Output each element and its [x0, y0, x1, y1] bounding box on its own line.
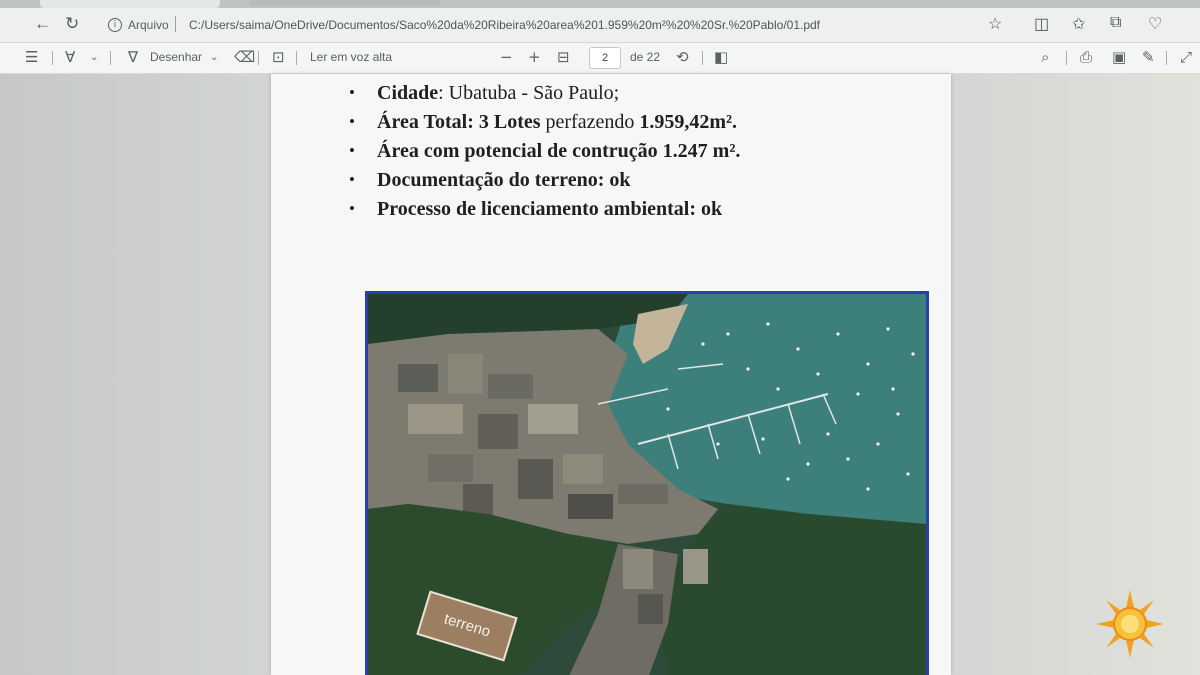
tab-strip [0, 0, 1200, 8]
toolbar-divider [296, 51, 297, 65]
sun-watermark-icon [1096, 590, 1164, 658]
save-as-icon[interactable]: ✎ [1142, 48, 1155, 66]
bullet-bold-text: Área Total: 3 Lotes [377, 111, 541, 133]
browser-essentials-icon[interactable]: ♡ [1148, 14, 1162, 34]
address-divider [175, 16, 176, 32]
url-field[interactable]: C:/Users/saima/OneDrive/Documentos/Saco%… [189, 18, 820, 32]
contents-list-icon[interactable]: ☰ [25, 48, 38, 66]
search-icon[interactable]: ⌕ [1041, 48, 1049, 66]
toolbar-divider [702, 51, 703, 65]
zoom-out-icon[interactable]: − [500, 48, 513, 66]
bullet-dot: • [349, 83, 355, 102]
bullet-dot: • [349, 170, 355, 189]
toolbar-divider [1066, 51, 1067, 65]
favorites-icon[interactable]: ✩ [1072, 14, 1085, 34]
highlight-dropdown-icon[interactable]: ⌄ [90, 52, 98, 63]
page-number-input[interactable]: 2 [589, 47, 621, 69]
read-aloud-button[interactable]: Ler em voz alta [310, 50, 392, 64]
draw-label[interactable]: Desenhar [150, 50, 202, 64]
back-icon[interactable]: ← [34, 14, 51, 34]
zoom-in-icon[interactable]: + [528, 48, 541, 66]
collections-icon[interactable]: ⧉ [1110, 14, 1121, 32]
bullet-bold-text: Documentação do terreno: ok [377, 169, 631, 191]
tab-active[interactable] [40, 0, 220, 8]
bullet-item-construction-area: • Área com potencial de contrução 1.247 … [349, 138, 741, 167]
page-view-icon[interactable]: ◧ [714, 48, 728, 66]
bullet-dot: • [349, 141, 355, 160]
favorite-star-icon[interactable]: ☆ [988, 14, 1002, 34]
info-icon[interactable]: i [108, 18, 122, 32]
page-total-label: de 22 [630, 50, 661, 64]
bullet-list: • Cidade: Ubatuba - São Paulo; • Área To… [349, 80, 741, 225]
toolbar-divider [110, 51, 111, 65]
bullet-text: perfazendo [540, 111, 640, 133]
bullet-item-city: • Cidade: Ubatuba - São Paulo; [349, 80, 740, 109]
draw-icon[interactable]: ∇ [128, 48, 138, 66]
toolbar-divider [1166, 51, 1167, 65]
refresh-icon[interactable]: ↻ [65, 14, 79, 34]
erase-icon[interactable]: ⌫ [234, 48, 255, 66]
draw-dropdown-icon[interactable]: ⌄ [210, 52, 218, 63]
address-scheme-label: Arquivo [128, 18, 169, 32]
bullet-text: : Ubatuba - São Paulo; [438, 82, 620, 104]
expand-icon[interactable]: ⤢ [1180, 48, 1192, 66]
text-icon[interactable]: ⊡ [272, 48, 285, 66]
fit-page-icon[interactable]: ⊟ [557, 48, 570, 66]
bullet-dot: • [349, 112, 355, 131]
print-icon[interactable]: ⎙ [1080, 48, 1092, 66]
bullet-bold-text: Área com potencial de contrução 1.247 m²… [377, 140, 741, 162]
toolbar-divider [52, 51, 53, 65]
bullet-item-total-area: • Área Total: 3 Lotes perfazendo 1.959,4… [349, 109, 740, 138]
split-screen-icon[interactable]: ◫ [1034, 14, 1049, 34]
save-icon[interactable]: ▣ [1112, 48, 1126, 66]
pdf-toolbar: ☰ ∀ ⌄ ∇ Desenhar ⌄ ⌫ ⊡ Ler em voz alta −… [0, 43, 1200, 74]
bullet-dot: • [349, 199, 355, 218]
address-bar: ← ↻ i Arquivo C:/Users/saima/OneDrive/Do… [0, 8, 1200, 43]
rotate-icon[interactable]: ⟲ [676, 48, 689, 66]
bullet-item-documentation: • Documentação do terreno: ok [349, 167, 740, 196]
bullet-bold-text: Processo de licenciamento ambiental: ok [377, 198, 723, 220]
bullet-item-licensing: • Processo de licenciamento ambiental: o… [349, 196, 740, 225]
highlight-icon[interactable]: ∀ [65, 48, 75, 66]
bullet-bold-text: Cidade [377, 82, 439, 104]
toolbar-divider [258, 51, 259, 65]
bullet-bold-value: 1.959,42m². [639, 111, 737, 133]
tab-inactive[interactable] [250, 0, 440, 6]
